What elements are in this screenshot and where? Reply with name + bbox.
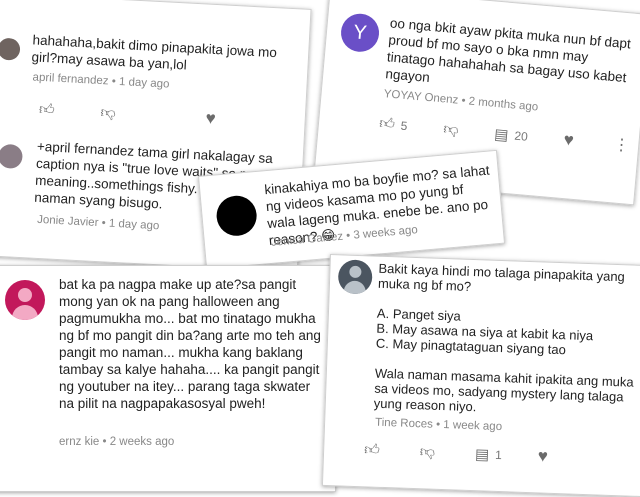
thumbs-down-icon[interactable]: 👎︎ bbox=[420, 443, 436, 462]
comment-text: bat ka pa nagpa make up ate?sa pangit mo… bbox=[59, 277, 321, 411]
comment-text: oo nga bkit ayaw pkita muka nun bf dapt … bbox=[384, 15, 632, 86]
comment-time[interactable]: 2 months ago bbox=[468, 96, 538, 114]
heart-icon[interactable]: ♥ bbox=[563, 130, 575, 151]
thumbs-down-icon[interactable]: 👎︎ bbox=[100, 104, 116, 123]
reply-count: 1 bbox=[494, 447, 503, 463]
avatar-head-icon bbox=[18, 288, 32, 302]
avatar-body-icon bbox=[12, 305, 38, 320]
avatar-letter: Y bbox=[352, 20, 368, 44]
author-name[interactable]: YOYAY Onenz bbox=[383, 88, 459, 106]
comment-card: bat ka pa nagpa make up ate?sa pangit mo… bbox=[0, 265, 336, 492]
comment-text: hahahaha,bakit dimo pinapakita jowa mo g… bbox=[31, 32, 278, 73]
author-name[interactable]: Jonie Javier bbox=[37, 214, 99, 229]
reply-icon[interactable]: ▤ bbox=[494, 125, 510, 144]
thumbs-up-icon[interactable]: 👍︎ bbox=[364, 441, 380, 460]
comment-time[interactable]: 1 week ago bbox=[443, 419, 502, 433]
separator: • bbox=[460, 94, 467, 108]
author-name[interactable]: Tine Roces bbox=[375, 417, 433, 431]
comment-text: Bakit kaya hindi mo talaga pinapakita ya… bbox=[373, 260, 634, 415]
comment-meta: Jonie Javier • 1 day ago bbox=[37, 214, 160, 232]
comment-time[interactable]: 1 day ago bbox=[109, 218, 160, 233]
comment-card: Bakit kaya hindi mo talaga pinapakita ya… bbox=[321, 254, 640, 497]
avatar[interactable]: Y bbox=[339, 12, 381, 54]
avatar[interactable] bbox=[214, 194, 259, 238]
avatar-head-icon bbox=[349, 265, 362, 279]
avatar[interactable] bbox=[337, 259, 373, 295]
avatar[interactable] bbox=[0, 37, 21, 61]
author-name[interactable]: april fernandez bbox=[32, 71, 109, 87]
separator: • bbox=[101, 217, 106, 230]
avatar[interactable] bbox=[5, 280, 45, 320]
comment-meta: ernz kie • 2 weeks ago bbox=[59, 436, 174, 448]
separator: • bbox=[435, 418, 441, 431]
author-name[interactable]: ernz kie bbox=[59, 436, 99, 448]
more-options-icon[interactable]: ⋮ bbox=[613, 134, 631, 155]
heart-icon[interactable]: ♥ bbox=[538, 446, 549, 466]
like-count: 5 bbox=[400, 118, 409, 134]
thumbs-down-icon[interactable]: 👎︎ bbox=[443, 120, 460, 139]
thumbs-up-icon[interactable]: 👍︎ bbox=[378, 115, 395, 134]
comment-actions: 👍︎ 5 👎︎ ▤ 20 ♥ ⋮ bbox=[378, 114, 630, 156]
comment-actions: 👍︎ 👎︎ ♥ bbox=[38, 100, 216, 129]
comment-meta: april fernandez • 1 day ago bbox=[32, 71, 169, 90]
separator: • bbox=[111, 75, 117, 88]
separator: • bbox=[102, 436, 107, 448]
reply-icon[interactable]: ▤ bbox=[475, 445, 490, 463]
avatar[interactable] bbox=[0, 143, 24, 170]
reply-count: 20 bbox=[513, 128, 529, 144]
avatar-body-icon bbox=[343, 280, 367, 295]
thumbs-up-icon[interactable]: 👍︎ bbox=[38, 101, 55, 120]
heart-icon[interactable]: ♥ bbox=[205, 109, 216, 130]
comment-time[interactable]: 2 weeks ago bbox=[110, 436, 175, 448]
comment-meta: Tine Roces • 1 week ago bbox=[375, 417, 502, 433]
comment-time[interactable]: 1 day ago bbox=[119, 76, 170, 91]
comment-actions: 👍︎ 👎︎ ▤ 1 ♥ bbox=[364, 440, 548, 466]
separator: • bbox=[345, 229, 351, 243]
